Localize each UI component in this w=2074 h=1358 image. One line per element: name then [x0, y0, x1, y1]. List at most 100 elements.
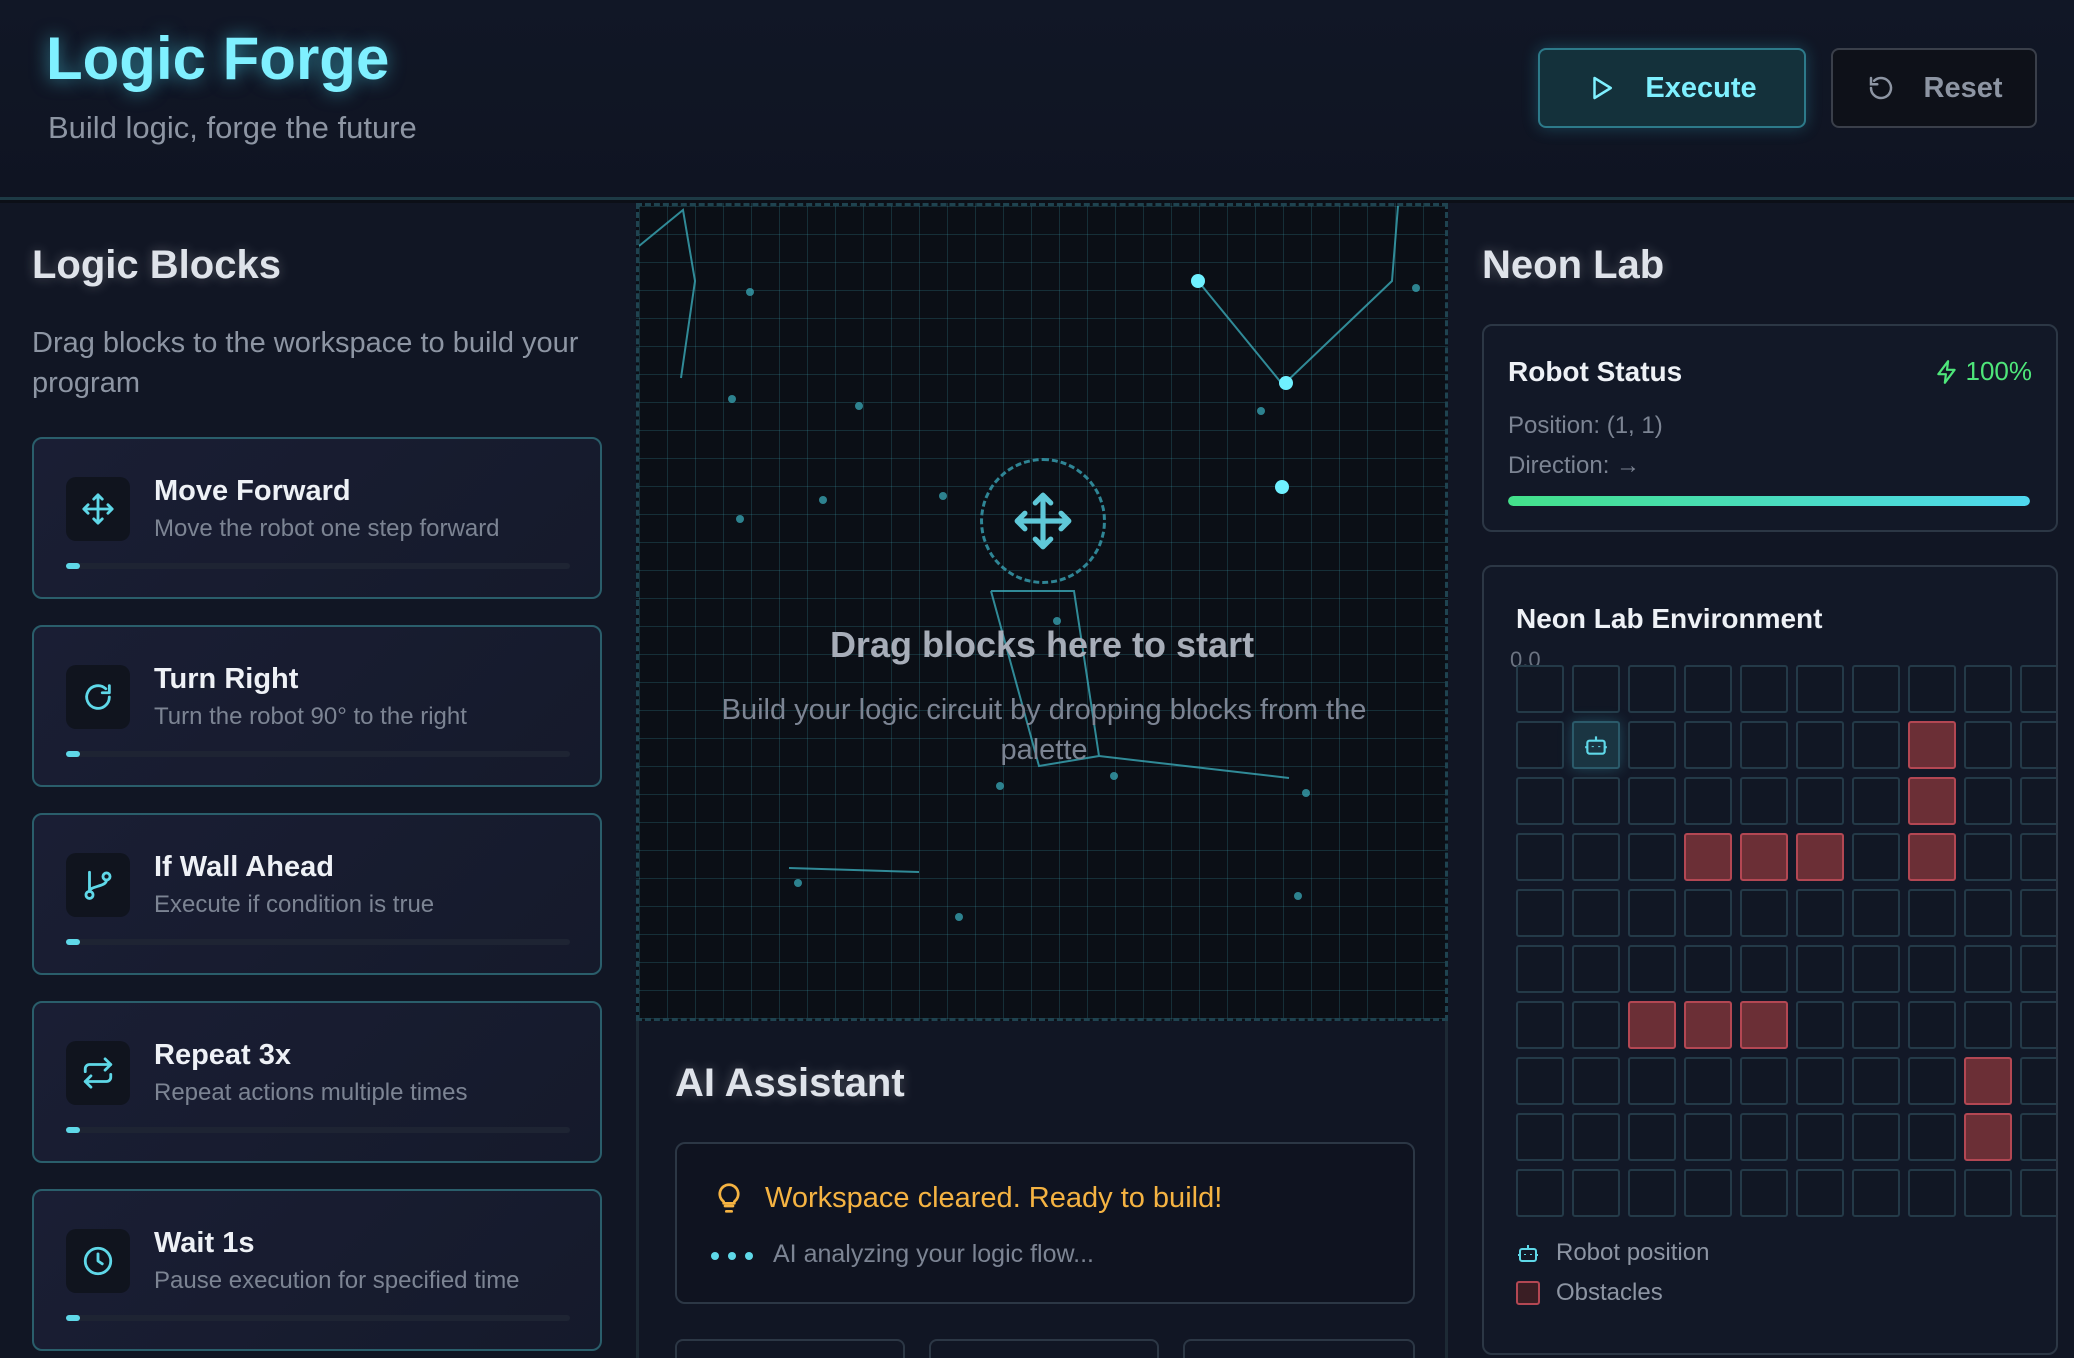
app-title: Logic Forge — [46, 25, 390, 92]
grid-cell — [1964, 777, 2012, 825]
neon-lab-panel: Neon Lab Robot Status 100% Position: (1,… — [1448, 203, 2074, 1358]
grid-cell — [1684, 665, 1732, 713]
block-turn-right[interactable]: Turn Right Turn the robot 90° to the rig… — [32, 625, 602, 787]
grid-cell — [1740, 721, 1788, 769]
grid-cell — [1852, 721, 1900, 769]
grid-cell — [1964, 889, 2012, 937]
legend-obstacles: Obstacles — [1516, 1279, 1663, 1307]
grid-cell — [1908, 1001, 1956, 1049]
palette-description: Drag blocks to the workspace to build yo… — [32, 327, 579, 399]
grid-cell — [2020, 1057, 2056, 1105]
grid-cell — [1572, 777, 1620, 825]
lab-title: Neon Lab — [1482, 243, 1665, 287]
lightning-icon — [1936, 359, 1956, 384]
grid-cell-obstacle — [1740, 833, 1788, 881]
grid-cell-obstacle — [1908, 721, 1956, 769]
grid-cell — [1684, 1169, 1732, 1217]
block-wait[interactable]: Wait 1s Pause execution for specified ti… — [32, 1189, 602, 1351]
block-repeat[interactable]: Repeat 3x Repeat actions multiple times — [32, 1001, 602, 1163]
grid-cell — [1740, 665, 1788, 713]
robot-direction: Direction: → — [1508, 452, 1641, 479]
dropzone-subtitle: Build your logic circuit by dropping blo… — [721, 694, 1367, 766]
lightbulb-icon — [718, 1183, 740, 1213]
grid-cell — [1964, 833, 2012, 881]
grid-cell — [1908, 665, 1956, 713]
ai-message-card: Workspace cleared. Ready to build! AI an… — [675, 1142, 1415, 1304]
ai-status: AI analyzing your logic flow... — [773, 1240, 1094, 1268]
grid-cell — [1740, 1169, 1788, 1217]
play-icon — [1593, 76, 1613, 100]
block-description: Repeat actions multiple times — [154, 1079, 468, 1106]
rotate-icon — [66, 665, 130, 729]
grid-cell — [2020, 833, 2056, 881]
robot-status-card: Robot Status 100% Position: (1, 1) Direc… — [1482, 324, 2058, 532]
grid-cell — [1684, 777, 1732, 825]
grid-cell — [1908, 889, 1956, 937]
move-icon — [66, 477, 130, 541]
grid-cell — [1852, 945, 1900, 993]
battery-indicator: 100% — [1934, 356, 2033, 387]
grid-cell-obstacle — [1964, 1057, 2012, 1105]
robot-position: Position: (1, 1) — [1508, 412, 1663, 439]
grid-cell — [2020, 777, 2056, 825]
workspace-dropzone[interactable]: Drag blocks here to start Build your log… — [636, 203, 1448, 1021]
palette-title: Logic Blocks — [32, 243, 281, 287]
grid-cell — [2020, 889, 2056, 937]
grid-cell — [1796, 777, 1844, 825]
grid-cell — [1572, 665, 1620, 713]
grid-cell — [1740, 889, 1788, 937]
grid-cell-obstacle — [1684, 1001, 1732, 1049]
legend-robot-label: Robot position — [1556, 1239, 1710, 1266]
repeat-icon — [66, 1041, 130, 1105]
block-if-wall-ahead[interactable]: If Wall Ahead Execute if condition is tr… — [32, 813, 602, 975]
reset-label: Reset — [1923, 71, 2003, 104]
reset-icon — [1869, 76, 1892, 100]
grid-cell — [1516, 721, 1564, 769]
dropzone-title: Drag blocks here to start — [829, 624, 1255, 665]
grid-cell — [1516, 1057, 1564, 1105]
grid-cell — [1516, 1169, 1564, 1217]
grid-cell — [2020, 721, 2056, 769]
app-header: Logic Forge Build logic, forge the futur… — [0, 0, 2074, 200]
grid-cell — [1516, 945, 1564, 993]
robot-icon — [1585, 736, 1607, 755]
grid-cell — [1740, 1113, 1788, 1161]
grid-cell — [2020, 1169, 2056, 1217]
block-move-forward[interactable]: Move Forward Move the robot one step for… — [32, 437, 602, 599]
grid-cell-obstacle — [1740, 1001, 1788, 1049]
grid-cell — [1740, 1057, 1788, 1105]
grid-cell — [1852, 665, 1900, 713]
grid-cell — [1852, 1001, 1900, 1049]
clock-icon — [66, 1229, 130, 1293]
block-progress — [66, 1315, 570, 1321]
grid-cell — [1964, 1169, 2012, 1217]
grid-cell — [1516, 1113, 1564, 1161]
grid-cell-robot — [1572, 721, 1620, 769]
robot-status-title: Robot Status — [1508, 356, 1683, 387]
grid-cell-obstacle — [1628, 1001, 1676, 1049]
logic-blocks-panel: Logic Blocks Drag blocks to the workspac… — [0, 203, 636, 1358]
grid-cell — [1572, 1057, 1620, 1105]
legend-obstacles-label: Obstacles — [1556, 1279, 1663, 1306]
grid-cell — [1796, 1113, 1844, 1161]
grid-cell — [1684, 721, 1732, 769]
grid-cell — [1572, 1001, 1620, 1049]
block-progress — [66, 751, 570, 757]
legend-robot: Robot position — [1516, 1239, 1709, 1267]
grid-cell — [1908, 1057, 1956, 1105]
ai-suggestion-tab[interactable] — [929, 1339, 1159, 1358]
grid-cell — [1684, 945, 1732, 993]
grid-cell — [2020, 1001, 2056, 1049]
branch-icon — [66, 853, 130, 917]
battery-value: 100% — [1965, 356, 2033, 386]
grid-cell — [1684, 1113, 1732, 1161]
grid-cell — [1628, 777, 1676, 825]
ai-suggestion-tab[interactable] — [675, 1339, 905, 1358]
grid-cell — [1516, 1001, 1564, 1049]
move-icon — [980, 458, 1106, 584]
ai-suggestion-tab[interactable] — [1183, 1339, 1415, 1358]
reset-button[interactable]: Reset — [1831, 48, 2037, 128]
grid-cell — [1908, 1169, 1956, 1217]
execute-button[interactable]: Execute — [1538, 48, 1806, 128]
battery-bar — [1508, 496, 2030, 506]
